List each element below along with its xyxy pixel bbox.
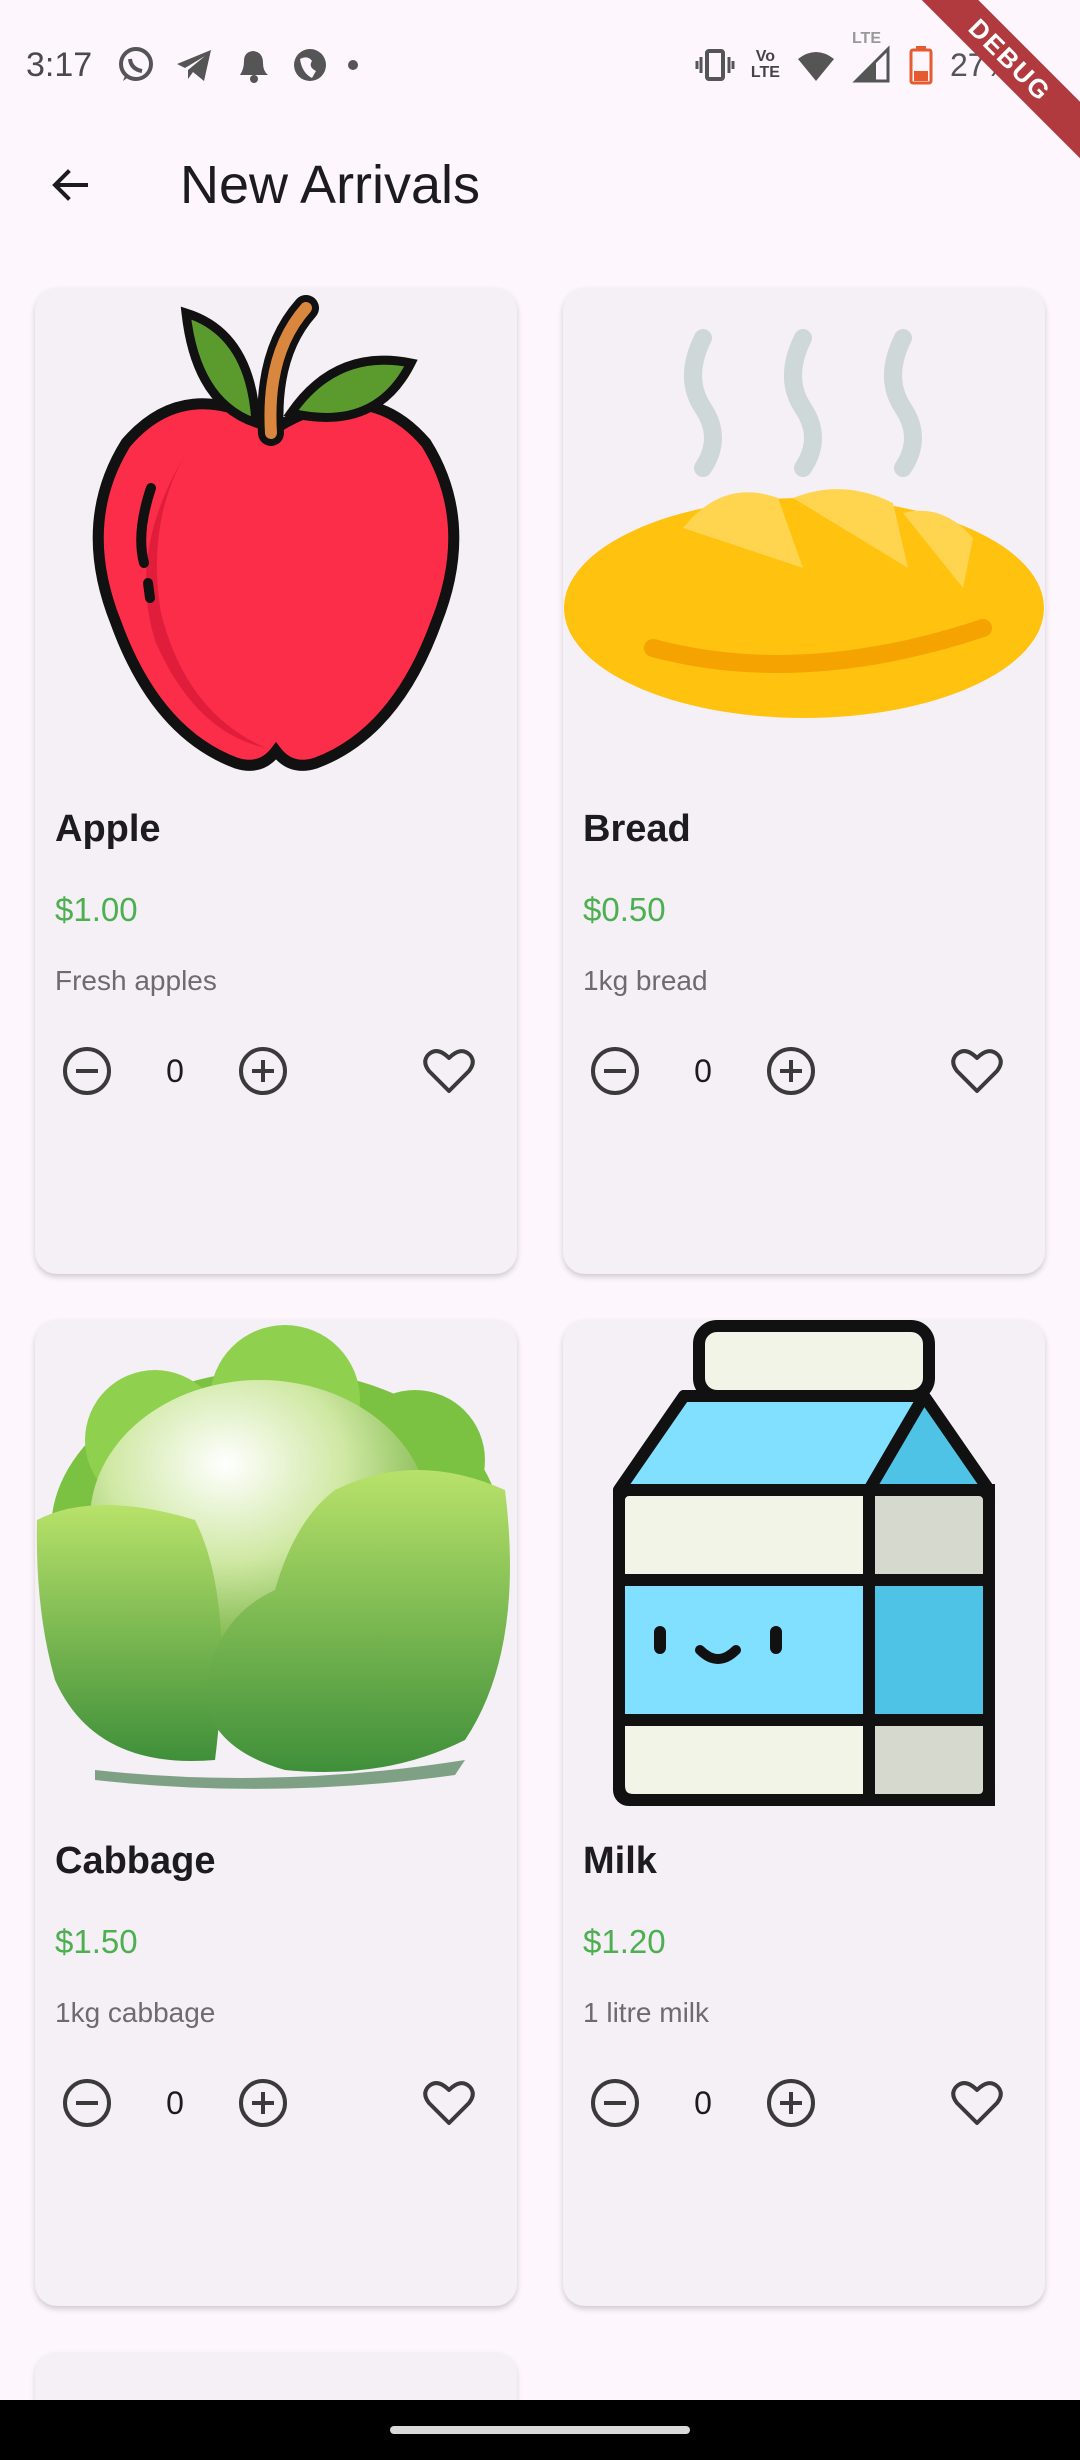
favorite-button[interactable]	[945, 2071, 1009, 2135]
product-price: $1.50	[55, 1923, 138, 1960]
volte-label-top: Vo	[755, 48, 776, 65]
system-navigation-bar	[0, 2400, 1080, 2460]
increment-button[interactable]	[759, 1039, 823, 1103]
vibrate-icon	[695, 45, 735, 85]
favorite-button[interactable]	[417, 2071, 481, 2135]
heart-outline-icon	[423, 2081, 475, 2125]
product-name: Apple	[55, 808, 161, 850]
decrement-button[interactable]	[55, 1039, 119, 1103]
bell-icon	[232, 45, 272, 85]
plus-circle-icon	[767, 2079, 815, 2127]
product-card-apple[interactable]: Apple $1.00 Fresh apples 0	[35, 288, 517, 1274]
bread-image	[563, 288, 1045, 788]
product-price: $0.50	[583, 891, 666, 928]
status-bar: 3:17 Vo LTE LTE 27% DEBUG	[0, 0, 1080, 167]
home-indicator[interactable]	[390, 2426, 690, 2434]
lte-label: LTE	[851, 30, 881, 47]
quantity-value: 0	[166, 2084, 184, 2121]
increment-button[interactable]	[759, 2071, 823, 2135]
volte-icon: Vo LTE	[751, 49, 780, 81]
app-bar: New Arrivals	[0, 130, 1080, 240]
quantity-controls: 0	[55, 2071, 497, 2135]
apple-image	[35, 288, 517, 788]
decrement-button[interactable]	[583, 1039, 647, 1103]
arrow-back-icon	[52, 169, 88, 201]
product-grid: Apple $1.00 Fresh apples 0 Bread $0.50 1…	[35, 288, 1045, 2306]
heart-outline-icon	[951, 2081, 1003, 2125]
whatsapp-icon	[116, 45, 156, 85]
product-card-milk[interactable]: Milk $1.20 1 litre milk 0	[563, 1320, 1045, 2306]
favorite-button[interactable]	[417, 1039, 481, 1103]
dot-icon	[348, 60, 359, 70]
product-name: Bread	[583, 808, 691, 850]
heart-outline-icon	[951, 1049, 1003, 1093]
wifi-icon	[796, 45, 836, 85]
quantity-value: 0	[694, 2084, 712, 2121]
product-price: $1.20	[583, 1923, 666, 1960]
minus-circle-icon	[591, 1047, 639, 1095]
plus-circle-icon	[767, 1047, 815, 1095]
globe-icon	[290, 45, 330, 85]
plus-circle-icon	[239, 1047, 287, 1095]
back-button[interactable]	[35, 150, 105, 220]
quantity-controls: 0	[583, 1039, 1025, 1103]
cabbage-image	[35, 1320, 517, 1820]
favorite-button[interactable]	[945, 1039, 1009, 1103]
product-description: 1kg cabbage	[55, 1997, 216, 2028]
plus-circle-icon	[239, 2079, 287, 2127]
decrement-button[interactable]	[583, 2071, 647, 2135]
product-price: $1.00	[55, 891, 138, 928]
heart-outline-icon	[423, 1049, 475, 1093]
status-left: 3:17	[26, 45, 359, 85]
quantity-value: 0	[694, 1052, 712, 1089]
decrement-button[interactable]	[55, 2071, 119, 2135]
telegram-icon	[174, 45, 214, 85]
volte-label-bottom: LTE	[750, 64, 780, 81]
minus-circle-icon	[63, 2079, 111, 2127]
minus-circle-icon	[63, 1047, 111, 1095]
page-title: New Arrivals	[180, 155, 481, 215]
increment-button[interactable]	[231, 2071, 295, 2135]
minus-circle-icon	[591, 2079, 639, 2127]
product-description: 1kg bread	[583, 965, 708, 996]
product-description: Fresh apples	[55, 965, 217, 996]
quantity-controls: 0	[55, 1039, 497, 1103]
quantity-value: 0	[166, 1052, 184, 1089]
product-name: Milk	[583, 1840, 657, 1882]
status-time: 3:17	[26, 45, 93, 84]
increment-button[interactable]	[231, 1039, 295, 1103]
product-card-bread[interactable]: Bread $0.50 1kg bread 0	[563, 288, 1045, 1274]
signal-icon: LTE	[852, 31, 892, 85]
product-description: 1 litre milk	[583, 1997, 710, 2028]
milk-image	[563, 1320, 1045, 1820]
product-name: Cabbage	[55, 1840, 216, 1882]
quantity-controls: 0	[583, 2071, 1025, 2135]
product-card-cabbage[interactable]: Cabbage $1.50 1kg cabbage 0	[35, 1320, 517, 2306]
